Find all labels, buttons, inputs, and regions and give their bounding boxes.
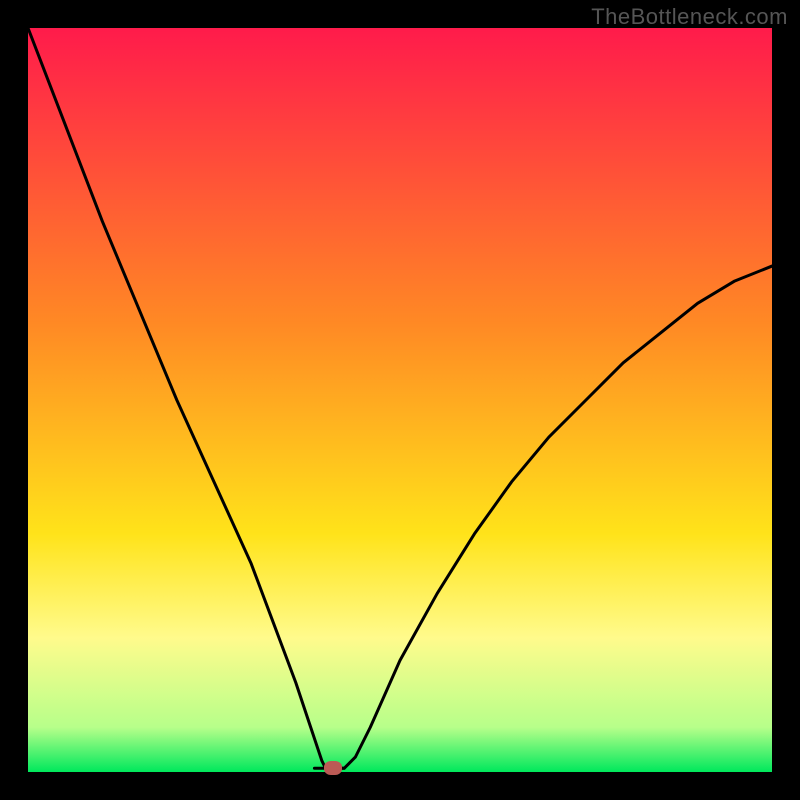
plot-area: [28, 28, 772, 772]
watermark-text: TheBottleneck.com: [591, 4, 788, 30]
chart-svg: [28, 28, 772, 772]
chart-frame: TheBottleneck.com: [0, 0, 800, 800]
optimum-marker: [324, 761, 342, 775]
